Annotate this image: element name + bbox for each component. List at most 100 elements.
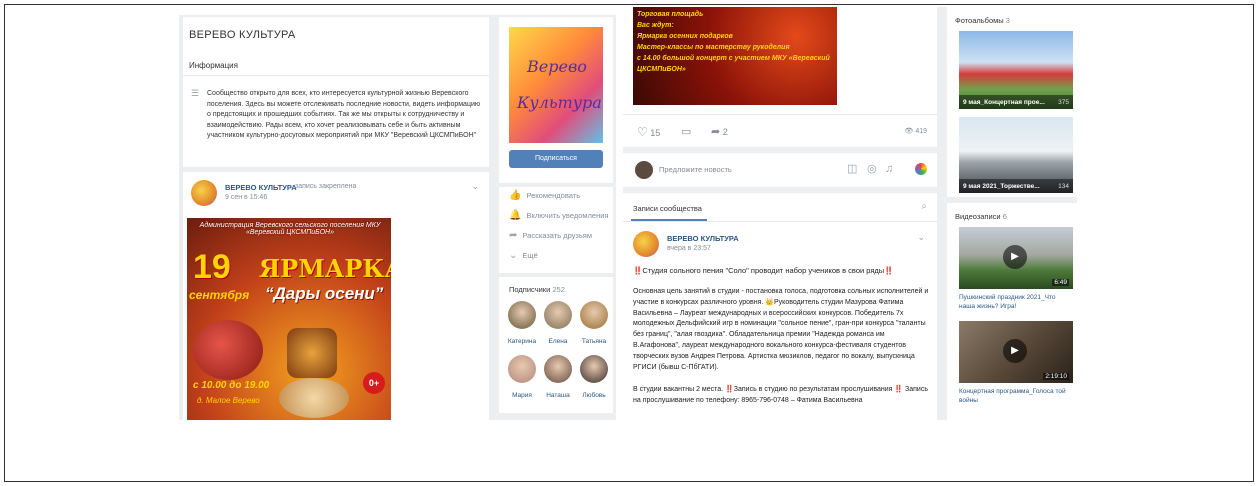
video-title[interactable]: Концертная программа_Голоса той войны bbox=[959, 387, 1073, 405]
suggest-card: Предложите новость ◫ ◎ ♫ bbox=[623, 153, 937, 187]
top-post-line: Торговая площадь bbox=[637, 11, 704, 18]
photos-card: Фотоальбомы 3 9 мая_Концертная прое... 3… bbox=[947, 7, 1077, 197]
subscriber-avatar[interactable] bbox=[580, 301, 608, 329]
subscriber-item[interactable]: Мария bbox=[505, 355, 539, 399]
post-date[interactable]: 9 сен в 15:46 bbox=[225, 194, 267, 201]
post-action: запись закреплена bbox=[295, 183, 357, 190]
photos-label[interactable]: Фотоальбомы bbox=[955, 16, 1004, 25]
poster-time: с 10.00 до 19.00 bbox=[193, 380, 270, 391]
poster-month: сентября bbox=[189, 288, 250, 302]
photos-count: 3 bbox=[1005, 16, 1010, 25]
eye-icon: 👁 bbox=[904, 128, 914, 135]
video-thumb[interactable]: ▶ 2:19:10 bbox=[959, 321, 1073, 383]
subscriber-item[interactable]: Любовь bbox=[577, 355, 611, 399]
subscribe-button[interactable]: Подписаться bbox=[509, 150, 603, 168]
album-count: 375 bbox=[1058, 99, 1069, 106]
screenshot-frame: ВЕРЕВО КУЛЬТУРА Информация ☰ Сообщество … bbox=[4, 4, 1254, 482]
search-icon[interactable]: ⌕ bbox=[921, 202, 927, 212]
subscriber-name[interactable]: Любовь bbox=[577, 392, 611, 399]
album-thumb[interactable]: 9 мая_Концертная прое... 375 bbox=[959, 31, 1073, 109]
camera-icon[interactable]: ◫ bbox=[847, 164, 857, 175]
chevron-down-icon[interactable]: ⌄ bbox=[917, 233, 925, 242]
subscribers-count: 252 bbox=[552, 285, 565, 294]
top-post-line: Вас ждут: bbox=[637, 22, 674, 29]
community-logo[interactable]: Верево Культура bbox=[509, 27, 603, 143]
video-duration: 6:49 bbox=[1052, 279, 1069, 286]
views-counter: 👁 419 bbox=[904, 128, 927, 135]
action-recommend[interactable]: 👍 Рекомендовать bbox=[509, 191, 580, 201]
poster-day: 19 bbox=[193, 248, 231, 286]
subscriber-item[interactable]: Наташа bbox=[541, 355, 575, 399]
subscriber-name[interactable]: Наташа bbox=[541, 392, 575, 399]
action-notify[interactable]: 🔔 Включить уведомления bbox=[509, 211, 608, 221]
videos-card: Видеозаписи 6 ▶ 6:49 Пушкинский праздник… bbox=[947, 203, 1077, 420]
subscriber-avatar[interactable] bbox=[508, 301, 536, 329]
top-post-line: Ярмарка осенних подарков bbox=[637, 33, 733, 40]
subscriber-name[interactable]: Катерина bbox=[505, 338, 539, 345]
post-author[interactable]: ВЕРЕВО КУЛЬТУРА bbox=[667, 234, 739, 243]
action-more[interactable]: ⌄ Ещё bbox=[509, 251, 538, 261]
subscriber-item[interactable]: Елена bbox=[541, 301, 575, 345]
share-icon: ➦ bbox=[509, 230, 518, 241]
subscribers-label[interactable]: Подписчики bbox=[509, 285, 550, 294]
avatar[interactable] bbox=[633, 231, 659, 257]
subscriber-avatar[interactable] bbox=[544, 301, 572, 329]
album-count: 134 bbox=[1058, 183, 1069, 190]
like-button[interactable]: ♡ 15 bbox=[637, 125, 660, 139]
video-title[interactable]: Пушкинский праздник 2021_Что наша жизнь?… bbox=[959, 293, 1073, 311]
videos-label[interactable]: Видеозаписи bbox=[955, 212, 1001, 221]
subscriber-avatar[interactable] bbox=[544, 355, 572, 383]
play-icon[interactable]: ▶ bbox=[1003, 339, 1027, 363]
poster-apples bbox=[193, 320, 263, 380]
chevron-down-icon[interactable]: ⌄ bbox=[471, 182, 479, 191]
top-post-text: Торговая площадь Вас ждут: Ярмарка осенних… bbox=[637, 9, 837, 75]
poster-org: Администрация Веревского сельского посел… bbox=[199, 222, 381, 236]
post-date[interactable]: вчера в 23:57 bbox=[667, 245, 711, 252]
album-thumb[interactable]: 9 мая 2021_Торжестве... 134 bbox=[959, 117, 1073, 193]
share-button[interactable]: ➦ 2 bbox=[711, 125, 728, 138]
comment-button[interactable]: ▭ bbox=[681, 125, 691, 138]
videos-count: 6 bbox=[1002, 212, 1007, 221]
album-title: 9 мая 2021_Торжестве... bbox=[963, 183, 1040, 190]
logo-line2: Культура bbox=[517, 93, 602, 112]
video-icon[interactable]: ◎ bbox=[867, 164, 877, 175]
suggest-input[interactable]: Предложите новость bbox=[659, 165, 732, 174]
album-title: 9 мая_Концертная прое... bbox=[963, 99, 1045, 106]
poster-title: ЯРМАРКА bbox=[259, 254, 391, 283]
share-icon: ➦ bbox=[711, 126, 721, 138]
subscribers-card: Подписчики 252 Катерина Елена Татьяна Мария… bbox=[499, 277, 613, 413]
subscriber-avatar[interactable] bbox=[580, 355, 608, 383]
text-lines-icon: ☰ bbox=[191, 88, 200, 98]
user-avatar[interactable] bbox=[635, 161, 653, 179]
post-author[interactable]: ВЕРЕВО КУЛЬТУРА bbox=[225, 183, 297, 192]
post-headline: ‼️Студия сольного пения "Соло" проводит … bbox=[633, 266, 894, 275]
poll-icon[interactable] bbox=[915, 163, 927, 175]
poster-cup bbox=[279, 378, 349, 418]
music-icon[interactable]: ♫ bbox=[885, 164, 893, 175]
poster-age: 0+ bbox=[363, 372, 385, 394]
action-share[interactable]: ➦ Рассказать друзьям bbox=[509, 231, 592, 241]
subscriber-item[interactable]: Катерина bbox=[505, 301, 539, 345]
thumb-up-icon: 👍 bbox=[509, 190, 522, 201]
post-body-2: В студии вакантны 2 места. ‼️Запись в ст… bbox=[633, 386, 928, 404]
subscriber-name[interactable]: Елена bbox=[541, 338, 575, 345]
avatar[interactable] bbox=[191, 180, 217, 206]
tab-community-posts[interactable]: Записи сообщества bbox=[633, 204, 702, 213]
play-icon[interactable]: ▶ bbox=[1003, 245, 1027, 269]
heart-icon: ♡ bbox=[637, 125, 648, 139]
video-thumb[interactable]: ▶ 6:49 bbox=[959, 227, 1073, 289]
bell-icon: 🔔 bbox=[509, 210, 522, 221]
poster-jar bbox=[287, 328, 337, 378]
subscriber-avatar[interactable] bbox=[508, 355, 536, 383]
post-body: Основная цель занятий в студии - постано… bbox=[633, 288, 929, 371]
subscriber-name[interactable]: Татьяна bbox=[577, 338, 611, 345]
page-title: ВЕРЕВО КУЛЬТУРА bbox=[189, 29, 296, 41]
subscriber-item[interactable]: Татьяна bbox=[577, 301, 611, 345]
actions-card: 👍 Рекомендовать 🔔 Включить уведомления ➦ Ра… bbox=[499, 187, 613, 273]
right-screenshot: Торговая площадь Вас ждут: Ярмарка осенних… bbox=[623, 7, 1077, 420]
fair-poster[interactable]: Администрация Веревского сельского посел… bbox=[187, 218, 391, 420]
cover-card: Верево Культура Подписаться bbox=[499, 17, 613, 183]
top-post-image[interactable]: Торговая площадь Вас ждут: Ярмарка осенних… bbox=[633, 7, 837, 105]
info-tab[interactable]: Информация bbox=[189, 61, 238, 70]
subscriber-name[interactable]: Мария bbox=[505, 392, 539, 399]
